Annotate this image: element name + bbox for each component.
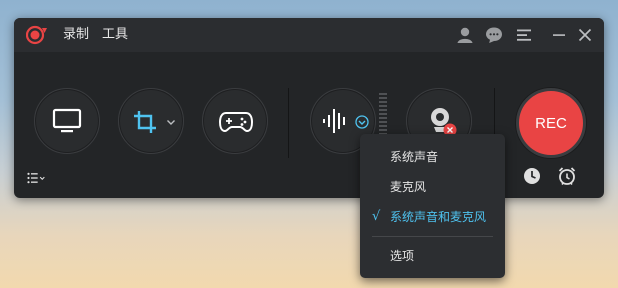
dropdown-separator (372, 236, 493, 237)
toolbar-divider (288, 88, 289, 158)
menu-tools[interactable]: 工具 (102, 27, 128, 43)
rec-button[interactable]: REC (516, 88, 586, 158)
user-icon[interactable] (455, 25, 475, 45)
gamepad-icon (219, 112, 253, 133)
monitor-icon (52, 108, 82, 133)
schedule-clock-icon[interactable] (522, 166, 542, 186)
dropdown-item-options[interactable]: 选项 (360, 243, 505, 269)
chevron-down-icon (167, 120, 175, 125)
region-record-button[interactable] (118, 88, 184, 154)
alarm-clock-icon[interactable] (557, 166, 577, 186)
screen-record-button[interactable] (34, 88, 100, 154)
menu-record[interactable]: 录制 (63, 27, 89, 43)
menu-icon[interactable] (514, 25, 534, 45)
minimize-icon[interactable] (549, 25, 569, 45)
chat-icon[interactable] (484, 25, 504, 45)
title-bar: 录制 工具 (14, 18, 604, 52)
dropdown-item-system-sound[interactable]: 系统声音 (360, 144, 505, 170)
dropdown-item-system-and-mic[interactable]: √ 系统声音和麦克风 (360, 204, 505, 230)
crop-icon (134, 111, 156, 133)
audio-source-dropdown: 系统声音 麦克风 √ 系统声音和麦克风 选项 (360, 134, 505, 278)
close-icon[interactable] (575, 25, 595, 45)
audio-chevron-down-icon (355, 115, 369, 129)
dropdown-item-microphone[interactable]: 麦克风 (360, 174, 505, 200)
waveform-icon (323, 109, 345, 133)
check-icon: √ (372, 209, 381, 224)
app-logo-icon (25, 25, 48, 45)
recorder-window: 录制 工具 REC (14, 18, 604, 198)
list-menu-icon[interactable] (26, 168, 46, 188)
game-record-button[interactable] (202, 88, 268, 154)
